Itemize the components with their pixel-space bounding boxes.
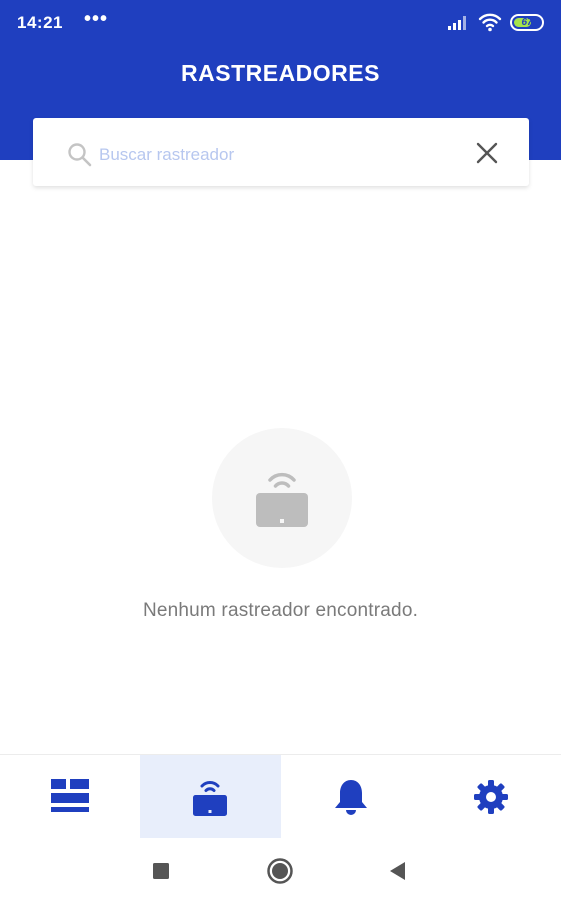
search-input[interactable] xyxy=(99,140,459,170)
bottom-navigation xyxy=(0,754,561,838)
gear-icon xyxy=(473,779,508,814)
tracker-icon xyxy=(193,780,228,816)
page-title: RASTREADORES xyxy=(181,60,380,86)
system-navigation-bar xyxy=(0,838,561,900)
tab-settings[interactable] xyxy=(421,755,561,838)
empty-state-illustration xyxy=(212,428,352,568)
tab-dashboard[interactable] xyxy=(0,755,140,838)
battery-icon: 67 xyxy=(510,14,544,31)
clear-search-button[interactable] xyxy=(471,137,503,169)
status-bar: 14:21 ••• 67 xyxy=(0,0,561,46)
tab-trackers[interactable] xyxy=(140,755,281,838)
wifi-icon xyxy=(478,12,502,37)
screen: 14:21 ••• 67 RASTREADORES Buscar rastrea… xyxy=(0,0,561,900)
back-button[interactable] xyxy=(382,856,412,886)
empty-state-message: Nenhum rastreador encontrado. xyxy=(142,600,419,621)
recents-button[interactable] xyxy=(146,856,176,886)
close-icon xyxy=(476,142,498,164)
recents-icon xyxy=(153,863,169,879)
battery-level: 67 xyxy=(521,17,533,28)
back-icon xyxy=(390,862,405,880)
home-button[interactable] xyxy=(265,856,295,886)
tab-notifications[interactable] xyxy=(281,755,421,838)
bell-icon xyxy=(334,779,367,815)
status-time: 14:21 xyxy=(17,13,63,32)
home-icon xyxy=(267,858,293,884)
search-bar xyxy=(33,118,529,186)
notification-dots: ••• xyxy=(84,8,109,30)
signal-icon xyxy=(448,14,470,35)
dashboard-icon xyxy=(51,778,90,812)
search-icon xyxy=(67,142,93,173)
tracker-icon xyxy=(256,472,308,527)
